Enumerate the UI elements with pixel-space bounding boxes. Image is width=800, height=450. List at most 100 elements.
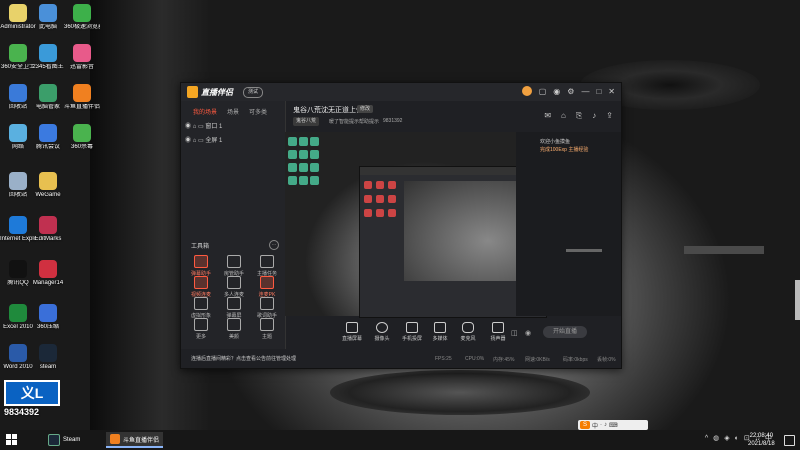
live-companion-icon (110, 434, 120, 444)
scene-item[interactable]: ◉ ⌂ ▭ 窗口 1 (185, 121, 222, 130)
tab-more[interactable]: 可多类 (249, 107, 267, 116)
desktop-icon-pc-manager[interactable]: 电脑管家 (30, 84, 66, 111)
desktop-icon-steam[interactable]: steam (30, 344, 66, 371)
desktop-icon-zip[interactable]: 360压缩 (30, 304, 66, 331)
eye-icon[interactable]: ◉ (185, 138, 191, 144)
steam-icon (48, 434, 60, 446)
tool-button[interactable]: 美颜 (220, 318, 248, 340)
chat-slider[interactable] (566, 249, 602, 252)
maximize-icon[interactable]: □ (596, 87, 601, 96)
tool-button[interactable]: 歌词助手 (253, 297, 281, 319)
phone-cast-button[interactable]: 手机投屏 (397, 322, 427, 342)
tool-button[interactable]: 虚拟形象 (187, 297, 215, 319)
desktop-icon-image-viewer[interactable]: 2345看图王 (30, 44, 66, 71)
start-button[interactable] (6, 434, 18, 446)
tool-icon (227, 297, 241, 310)
clock-time: 22:08:40 (749, 433, 774, 439)
desktop-icon-editmarks[interactable]: EditMarks (30, 216, 66, 243)
edit-room-button[interactable]: 修改 (357, 105, 374, 113)
toolbox-title: 工具箱 (191, 244, 210, 250)
bell-icon[interactable]: ♪ (592, 111, 596, 121)
tab-scenes[interactable]: 场景 (227, 107, 239, 116)
mic-icon[interactable]: ♪ (604, 422, 607, 428)
word-icon (9, 344, 27, 362)
minimize-icon[interactable]: — (581, 87, 589, 96)
message-icon[interactable]: ▢ (539, 87, 547, 96)
wallpaper-lips (330, 370, 590, 415)
image-viewer-icon (39, 44, 57, 62)
tool-button[interactable]: 主播任务 (253, 255, 281, 277)
start-live-button[interactable]: 开始直播 (543, 326, 587, 338)
avatar[interactable] (521, 86, 532, 96)
share-icon[interactable]: ⇪ (606, 111, 613, 121)
version-badge[interactable]: 测试 (243, 87, 264, 98)
tray-expand-icon[interactable]: ^ (705, 435, 708, 442)
system-clock[interactable]: 22:08:40 2021/8/18 (748, 432, 775, 448)
ime-lang[interactable]: 中 (592, 421, 598, 430)
screen-icon (346, 322, 358, 333)
tool-label: 更多 (195, 334, 206, 340)
tool-label: 主题 (261, 334, 272, 340)
desktop-icon-label: 360杀毒 (70, 144, 93, 150)
tool-button[interactable]: 弹幕屏 (220, 297, 248, 319)
speaker-button[interactable]: 扬声器 (483, 322, 513, 342)
tool-button[interactable]: 连麦PK (253, 276, 281, 298)
notice-bar[interactable]: 连播后直播间精彩？点击查看公告前往管理处理 (181, 349, 296, 368)
editmarks-icon (39, 216, 57, 234)
tool-button[interactable]: 房管助手 (220, 255, 248, 277)
view-icon[interactable]: ◉ (525, 329, 531, 337)
tool-button[interactable]: 视频连麦 (187, 276, 215, 298)
taskbar-app-live-companion[interactable]: 斗鱼直播伴侣 (106, 432, 164, 448)
camera-button[interactable]: 摄像头 (367, 322, 397, 342)
media-button[interactable]: 多媒体 (425, 322, 455, 342)
notification-icon[interactable] (784, 435, 795, 446)
tool-icon (260, 276, 274, 289)
stream-preview[interactable] (285, 132, 547, 318)
skin-icon[interactable]: ◉ (553, 87, 560, 96)
status-bar: FPS:25 CPU:0% 内存:45% 网速:0KB/s 码率:0kbps 丢… (285, 349, 621, 368)
tray-app-icon[interactable]: ◍ (713, 434, 719, 442)
lock-icon[interactable]: ⌂ (193, 138, 197, 144)
desktop-icon-live-companion[interactable]: 斗鱼直播伴侣 (64, 84, 100, 111)
taskbar-app-steam[interactable]: Steam (44, 432, 84, 448)
scene-item[interactable]: ◉ ⌂ ▭ 全屏 1 (185, 135, 222, 144)
desktop-icon-video-player[interactable]: 迅雷影音 (64, 44, 100, 71)
desktop-icon-wegame[interactable]: WeGame (30, 172, 66, 199)
tray-app-icon[interactable]: ◈ (724, 434, 729, 442)
desktop-icon-manager14[interactable]: Manager14 (30, 260, 66, 287)
taskbar-app-label: 斗鱼直播伴侣 (123, 437, 160, 444)
desktop-icon-browser[interactable]: 360极速浏览器 (64, 4, 100, 31)
toolbox-more-icon[interactable]: ··· (269, 240, 279, 250)
desktop-icon-label: 迅雷影音 (69, 64, 94, 70)
eye-icon[interactable]: ◉ (185, 124, 191, 130)
tray-app-icon[interactable]: ◐ (735, 435, 739, 442)
live-companion-icon (73, 84, 91, 102)
lock-icon[interactable]: ⌂ (193, 124, 197, 130)
ime-punct[interactable]: · (600, 422, 602, 428)
settings-icon[interactable]: ⚙ (567, 87, 574, 96)
record-icon[interactable]: ◫ (511, 329, 518, 337)
screen-capture-button[interactable]: 直播屏幕 (337, 322, 367, 342)
share-screen-icon[interactable]: ⎘ (576, 111, 582, 121)
keyboard-icon[interactable]: ⌨ (609, 422, 618, 429)
tool-button[interactable]: 主题 (253, 318, 281, 340)
lock-icon[interactable]: ⌂ (561, 111, 566, 121)
desktop-icon-meeting[interactable]: 腾讯会议 (30, 124, 66, 151)
ime-toolbar[interactable]: S 中 · ♪ ⌨ (578, 420, 648, 430)
tool-button[interactable]: 更多 (187, 318, 215, 340)
tool-button[interactable]: 弹幕助手 (187, 255, 215, 277)
desktop-icon-this-pc[interactable]: 此电脑 (30, 4, 66, 31)
desktop-icon-label: EditMarks (34, 236, 62, 242)
tool-button[interactable]: 多人连麦 (220, 276, 248, 298)
chat-message: 完成100Exp 主播经验 (540, 147, 589, 153)
sogou-icon: S (580, 421, 590, 429)
meeting-icon (39, 124, 57, 142)
room-category[interactable]: 鬼谷八荒 (293, 117, 320, 126)
tab-my-scenes[interactable]: 我的场景 (193, 107, 217, 116)
desktop-icon-antivirus[interactable]: 360杀毒 (64, 124, 100, 151)
control-label: 摄像头 (374, 336, 390, 342)
room-title: 鬼谷八荒沈无正道上修 (293, 107, 363, 114)
close-icon[interactable]: ✕ (608, 87, 615, 96)
microphone-button[interactable]: 麦克风 (453, 322, 483, 342)
gift-icon[interactable]: ✉ (544, 111, 551, 121)
